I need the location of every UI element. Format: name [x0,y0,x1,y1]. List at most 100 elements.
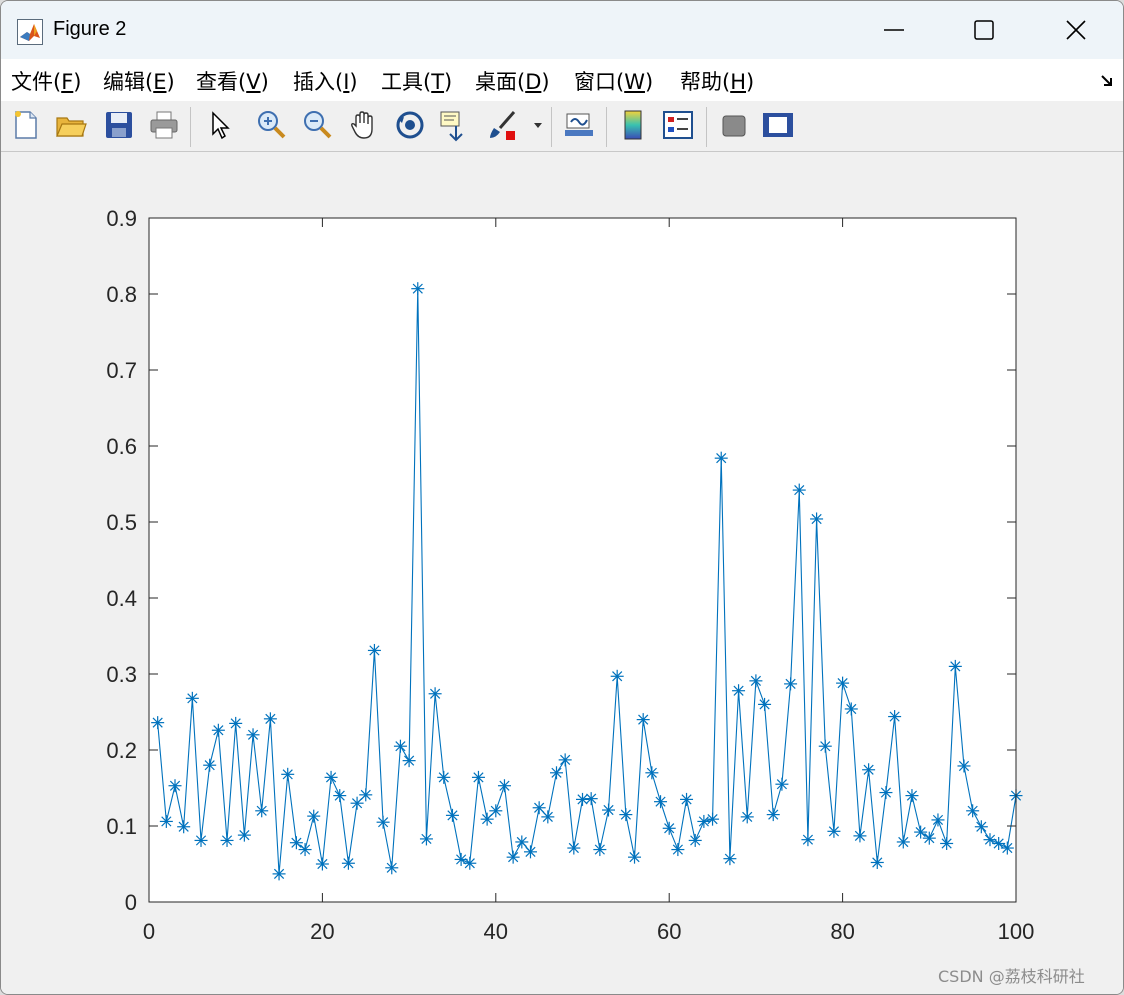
line-chart[interactable]: 0 20 40 60 80 100 0 0.1 0.2 0.3 0.4 0.5 0.6 0.7 0.8 0.9 [1,152,1123,994]
data-point-marker [810,512,824,526]
data-point-marker [203,758,217,772]
maximize-button[interactable] [939,1,1029,59]
data-point-marker [549,766,563,780]
brush-icon [490,111,516,140]
watermark: CSDN @荔枝科研社 [938,967,1085,986]
print-icon [150,111,178,139]
brush-button[interactable] [486,108,520,142]
data-point-marker [697,814,711,828]
minimize-icon [884,29,904,31]
data-point-marker [645,766,659,780]
toolbar-separator [706,107,707,147]
data-point-marker [185,691,199,705]
new-figure-button[interactable] [9,108,43,142]
data-point-marker [151,716,165,730]
legend-button[interactable] [661,108,695,142]
menu-view[interactable]: 查看(V) [196,66,269,96]
close-button[interactable] [1031,1,1121,59]
brush-dropdown-button[interactable] [531,108,545,142]
data-point-marker [558,753,572,767]
data-point-marker [879,786,893,800]
data-point-marker [723,852,737,866]
y-tick-label: 0.4 [106,586,137,611]
data-point-marker [463,856,477,870]
data-cursor-icon [440,111,463,142]
data-point-marker [419,832,433,846]
x-tick-label: 20 [310,919,334,944]
data-point-marker [680,792,694,806]
x-tick-label: 40 [484,919,508,944]
data-point-marker [281,767,295,781]
print-button[interactable] [147,108,181,142]
data-point-marker [905,789,919,803]
data-point-marker [836,676,850,690]
pointer-icon [212,111,230,140]
data-point-marker [844,702,858,716]
show-plot-tools-icon [763,113,793,137]
menu-window[interactable]: 窗口(W) [574,66,653,96]
data-point-marker [827,824,841,838]
y-tick-label: 0.7 [106,358,137,383]
data-point-marker [914,825,928,839]
data-point-marker [402,754,416,768]
menu-insert[interactable]: 插入(I) [293,66,358,96]
data-point-marker [688,833,702,847]
data-point-marker [706,812,720,826]
data-point-marker [237,828,251,842]
y-tick-label: 0 [125,890,137,915]
menu-file[interactable]: 文件(F) [11,66,82,96]
data-point-marker [957,759,971,773]
data-point-marker [671,843,685,857]
data-point-marker [471,770,485,784]
menu-bar: 文件(F) 编辑(E) 查看(V) 插入(I) 工具(T) 桌面(D) 窗口(W… [1,59,1123,102]
data-point-marker [818,739,832,753]
data-point-marker [870,855,884,869]
data-point-marker [740,810,754,824]
title-bar[interactable]: Figure 2 [1,1,1123,59]
data-point-marker [177,820,191,834]
menu-tools[interactable]: 工具(T) [381,66,452,96]
data-point-marker [853,829,867,843]
data-point-marker [593,843,607,857]
data-point-marker [367,643,381,657]
x-tick-label: 80 [830,919,854,944]
dock-arrow-icon[interactable] [1099,73,1115,89]
pan-button[interactable] [347,108,381,142]
data-point-marker [948,659,962,673]
zoom-out-button[interactable] [301,108,335,142]
rotate-3d-button[interactable] [393,108,427,142]
menu-edit[interactable]: 编辑(E) [103,66,175,96]
save-button[interactable] [102,108,136,142]
zoom-in-icon [258,111,286,139]
rotate-3d-icon [396,111,424,139]
show-plot-tools-button[interactable] [761,108,795,142]
zoom-in-button[interactable] [255,108,289,142]
maximize-icon [974,20,994,40]
menu-help[interactable]: 帮助(H) [680,66,754,96]
data-point-marker [428,687,442,701]
minimize-button[interactable] [849,1,939,59]
edit-plot-button[interactable] [203,108,237,142]
data-point-marker [619,808,633,822]
data-point-marker [541,810,555,824]
data-point-marker [654,795,668,809]
data-point-marker [974,820,988,834]
data-point-marker [333,789,347,803]
menu-desktop[interactable]: 桌面(D) [475,66,550,96]
data-point-marker [931,813,945,827]
brush-dropdown-icon [534,123,542,128]
hide-plot-tools-button[interactable] [717,108,751,142]
y-tick-label: 0.3 [106,662,137,687]
data-point-marker [324,770,338,784]
data-cursor-button[interactable] [438,108,472,142]
data-point-marker [393,739,407,753]
data-point-marker [159,814,173,828]
data-point-marker [411,282,425,296]
link-plot-button[interactable] [562,108,596,142]
colorbar-button[interactable] [616,108,650,142]
data-point-marker [497,779,511,793]
zoom-out-icon [304,111,332,139]
open-file-button[interactable] [54,108,88,142]
window-title: Figure 2 [53,18,127,40]
x-tick-label: 60 [657,919,681,944]
